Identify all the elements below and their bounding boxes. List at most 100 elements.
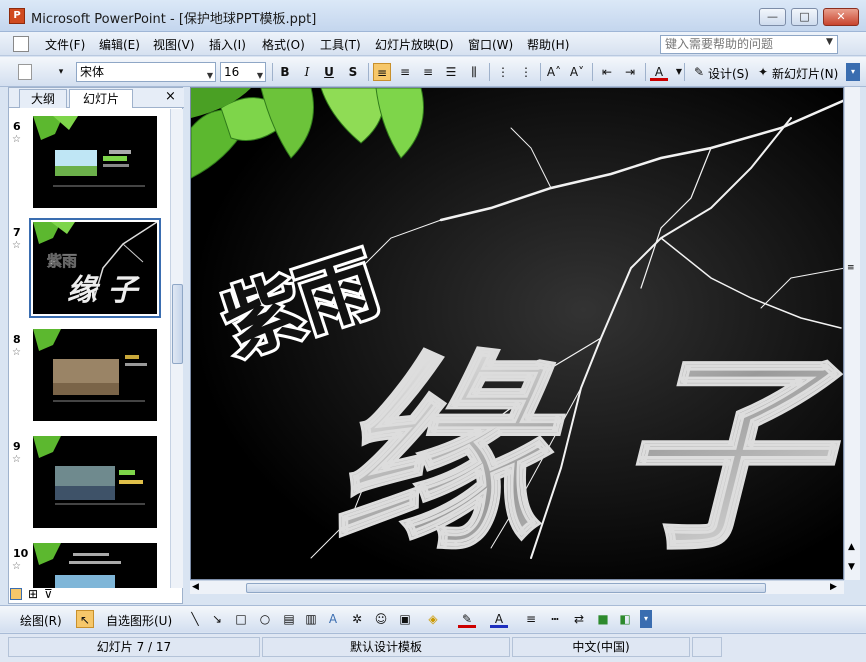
textbox-icon[interactable]: ▤ — [280, 610, 298, 628]
chevron-down-icon[interactable]: ▼ — [670, 63, 688, 81]
select-pointer-icon[interactable]: ↖ — [76, 610, 94, 628]
scroll-left-icon[interactable]: ◀ — [192, 582, 199, 592]
oval-icon[interactable]: ○ — [256, 610, 274, 628]
chevron-down-icon[interactable]: ▼ — [826, 37, 833, 47]
normal-view-icon[interactable] — [10, 588, 22, 600]
decrease-font-icon[interactable]: A˅ — [568, 63, 586, 81]
transition-star-icon: ☆ — [12, 454, 21, 465]
increase-font-icon[interactable]: A˄ — [545, 63, 563, 81]
slide-preview — [33, 329, 147, 402]
menu-format[interactable]: 格式(O) — [262, 36, 305, 53]
toolbar-overflow-icon[interactable]: ▾ — [846, 63, 860, 81]
scroll-right-icon[interactable]: ▶ — [830, 582, 837, 592]
prev-slide-icon[interactable]: ▲ — [848, 542, 855, 552]
menu-edit[interactable]: 编辑(E) — [99, 36, 140, 53]
slide-thumbnail[interactable] — [33, 116, 157, 208]
slide-number: 10 — [13, 547, 29, 560]
font-size-select[interactable]: 16 ▼ — [220, 62, 266, 82]
vertical-scrollbar[interactable]: ≡ ▲ ▼ — [844, 87, 860, 580]
menu-view[interactable]: 视图(V) — [153, 36, 195, 53]
menu-window[interactable]: 窗口(W) — [468, 36, 513, 53]
design-button[interactable]: 设计(S) — [708, 65, 749, 82]
menu-tools[interactable]: 工具(T) — [320, 36, 361, 53]
slide-thumbnail[interactable] — [33, 329, 157, 421]
minimize-button[interactable]: — — [759, 8, 786, 26]
status-language: 中文(中国) — [512, 637, 690, 657]
scroll-grip-icon: ≡ — [847, 263, 855, 273]
draw-menu-button[interactable]: 绘图(R) — [20, 612, 62, 629]
next-slide-icon[interactable]: ▼ — [848, 562, 855, 572]
scrollbar-thumb[interactable] — [246, 583, 766, 593]
new-slide-button[interactable]: 新幻灯片(N) — [772, 65, 838, 82]
new-slide-icon[interactable]: ✦ — [754, 63, 772, 81]
bold-button[interactable]: B — [276, 63, 294, 81]
line-color-icon[interactable]: ✎ — [458, 610, 476, 628]
slide-number: 7 — [13, 226, 21, 239]
slide-canvas[interactable]: 紫雨 缘 子 — [190, 87, 844, 580]
menu-help[interactable]: 帮助(H) — [527, 36, 569, 53]
font-color-icon[interactable]: A — [490, 610, 508, 628]
align-right-icon[interactable]: ≡ — [419, 63, 437, 81]
menu-file[interactable]: 文件(F) — [45, 36, 85, 53]
slide-thumbnail-selected[interactable]: 紫雨 缘 子 — [29, 218, 161, 318]
distribute-icon[interactable]: ⫼ — [465, 63, 483, 81]
justify-icon[interactable]: ☰ — [442, 63, 460, 81]
tab-outline[interactable]: 大纲 — [19, 89, 67, 108]
italic-button[interactable]: I — [298, 63, 316, 81]
clipart-icon[interactable]: ☺ — [372, 610, 390, 628]
powerpoint-app-icon[interactable]: P — [9, 8, 25, 24]
autoshapes-button[interactable]: 自选图形(U) — [106, 612, 172, 629]
diagram-icon[interactable]: ✲ — [348, 610, 366, 628]
svg-text:缘 子: 缘 子 — [67, 273, 140, 308]
horizontal-scrollbar[interactable]: ◀ ▶ — [190, 580, 844, 594]
design-icon[interactable]: ✎ — [690, 63, 708, 81]
separator — [272, 63, 273, 81]
numbered-list-icon[interactable]: ⋮ — [494, 63, 512, 81]
thumbnail-scrollbar[interactable] — [170, 109, 183, 588]
decrease-indent-icon[interactable]: ⇤ — [598, 63, 616, 81]
shadow-button[interactable]: S — [344, 63, 362, 81]
slide-preview — [33, 116, 145, 187]
close-button[interactable]: ✕ — [823, 8, 859, 26]
align-left-icon[interactable]: ≡ — [373, 63, 391, 81]
document-icon[interactable] — [13, 36, 29, 52]
slide-thumbnail[interactable] — [33, 436, 157, 528]
slide-number: 9 — [13, 440, 21, 453]
font-color-icon[interactable]: A — [650, 63, 668, 81]
toolbar-options-icon[interactable]: ▾ — [52, 63, 70, 81]
new-document-icon[interactable] — [18, 64, 32, 80]
arrow-style-icon[interactable]: ⇄ — [570, 610, 588, 628]
slide-number: 8 — [13, 333, 21, 346]
slideshow-icon[interactable]: ⊽ — [44, 588, 53, 600]
fill-color-icon[interactable]: ◈ — [424, 610, 442, 628]
toolbar-overflow-icon[interactable]: ▾ — [640, 610, 652, 628]
increase-indent-icon[interactable]: ⇥ — [621, 63, 639, 81]
transition-star-icon: ☆ — [12, 240, 21, 251]
bullet-list-icon[interactable]: ⋮ — [517, 63, 535, 81]
separator — [489, 63, 490, 81]
line-icon[interactable]: ╲ — [186, 610, 204, 628]
separator — [540, 63, 541, 81]
picture-icon[interactable]: ▣ — [396, 610, 414, 628]
rectangle-icon[interactable]: □ — [232, 610, 250, 628]
menu-slideshow[interactable]: 幻灯片放映(D) — [375, 36, 454, 53]
vertical-textbox-icon[interactable]: ▥ — [302, 610, 320, 628]
menu-insert[interactable]: 插入(I) — [209, 36, 246, 53]
wordart-icon[interactable]: A — [324, 610, 342, 628]
help-search-input[interactable]: 键入需要帮助的问题 — [660, 35, 838, 54]
line-style-icon[interactable]: ≡ — [522, 610, 540, 628]
maximize-button[interactable]: □ — [791, 8, 818, 26]
slide-sorter-icon[interactable]: ⊞ — [28, 588, 38, 600]
align-center-icon[interactable]: ≡ — [396, 63, 414, 81]
underline-button[interactable]: U — [320, 63, 338, 81]
3d-style-icon[interactable]: ◧ — [616, 610, 634, 628]
slide-big-text[interactable]: 缘 子 — [330, 332, 843, 580]
close-panel-icon[interactable]: × — [165, 89, 176, 104]
arrow-icon[interactable]: ↘ — [208, 610, 226, 628]
tab-slides[interactable]: 幻灯片 — [69, 89, 133, 108]
scrollbar-thumb[interactable] — [172, 284, 183, 364]
shadow-style-icon[interactable]: ■ — [594, 610, 612, 628]
slide-thumbnail[interactable] — [33, 543, 157, 588]
font-name-select[interactable]: 宋体 ▼ — [76, 62, 216, 82]
dash-style-icon[interactable]: ┅ — [546, 610, 564, 628]
